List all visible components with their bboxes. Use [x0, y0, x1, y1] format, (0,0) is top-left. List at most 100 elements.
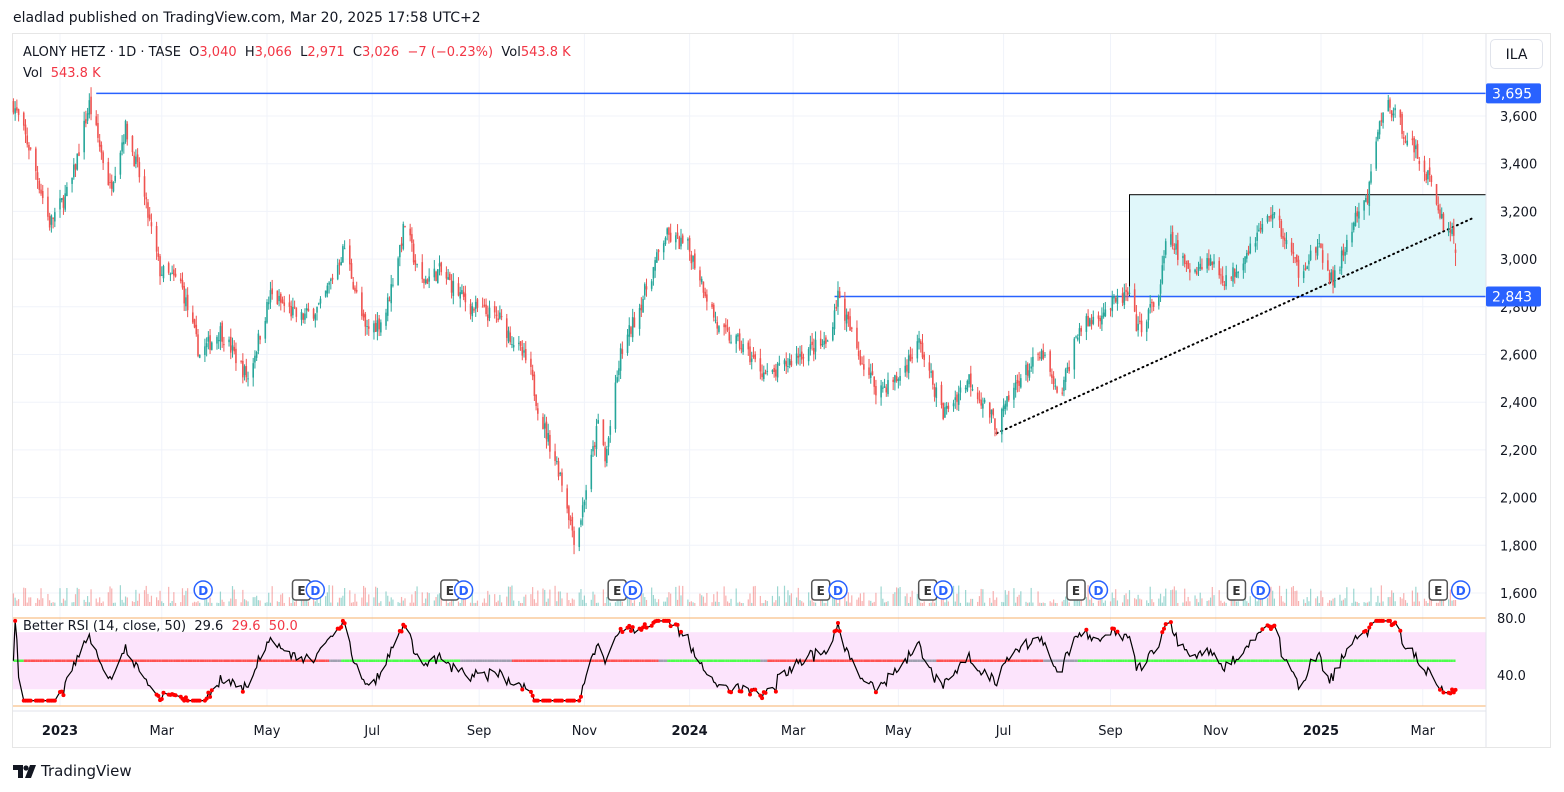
dividend-marker[interactable]: D — [622, 580, 643, 600]
candle — [947, 402, 950, 413]
volume-bar — [1109, 601, 1112, 606]
tradingview-logo-icon — [13, 764, 36, 778]
rsi-extreme-dot — [156, 693, 161, 698]
candle-body — [666, 228, 668, 235]
candle-body — [1194, 269, 1196, 272]
dividend-marker[interactable]: D — [828, 580, 848, 600]
candle — [1378, 120, 1381, 140]
volume-bar — [1284, 602, 1286, 606]
dividend-marker[interactable]: D — [193, 580, 213, 600]
candle — [1049, 349, 1051, 377]
dividend-marker[interactable]: D — [1088, 580, 1109, 600]
candle-body — [849, 316, 851, 331]
candle — [1370, 163, 1372, 185]
candle-body — [38, 180, 41, 190]
volume-bar — [1208, 600, 1210, 606]
candle-body — [342, 246, 344, 263]
dividend-marker[interactable]: D — [305, 580, 326, 600]
candle-body — [193, 319, 196, 328]
volume-bar — [1149, 586, 1151, 606]
candle — [895, 371, 898, 383]
volume-bar — [211, 602, 213, 606]
candle — [386, 293, 389, 322]
symbol-title[interactable]: ALONY HETZ · 1D · TASE — [23, 45, 181, 60]
volume-bar — [680, 595, 682, 606]
candle — [169, 272, 172, 282]
volume-bar — [883, 602, 886, 606]
dividend-marker[interactable]: D — [453, 580, 474, 600]
volume-bar — [726, 601, 729, 606]
candle — [361, 286, 363, 320]
dividend-marker[interactable]: D — [1450, 580, 1471, 600]
volume-bar — [409, 602, 411, 606]
dividend-marker[interactable]: D — [1250, 580, 1271, 600]
volume-bar — [639, 602, 641, 606]
volume-bar — [1090, 597, 1093, 606]
candle — [343, 240, 346, 250]
vol-label: Vol — [501, 45, 521, 60]
volume-bar — [704, 602, 706, 606]
candle — [581, 497, 584, 526]
candle — [585, 484, 587, 510]
rsi-value: 29.6 — [194, 619, 224, 634]
candle-body — [669, 232, 672, 242]
candle-body — [557, 461, 560, 477]
currency-button[interactable]: ILA — [1490, 39, 1543, 69]
volume-bar — [761, 603, 763, 606]
candle — [524, 341, 527, 364]
candle-body — [307, 308, 310, 312]
candle-body — [907, 355, 910, 374]
candle-body — [662, 243, 665, 253]
volume-bar — [1065, 596, 1067, 606]
tradingview-logo[interactable]: TradingView — [13, 762, 132, 780]
candle-body — [1387, 100, 1390, 112]
candle — [892, 377, 894, 391]
volume-bar — [109, 586, 111, 606]
candle — [1126, 287, 1129, 302]
candle — [771, 369, 774, 375]
candle — [74, 163, 77, 177]
candle-body — [895, 375, 898, 382]
candle — [1392, 107, 1395, 122]
candle-body — [597, 420, 599, 424]
candle — [124, 119, 127, 144]
volume-bar — [168, 586, 170, 606]
candle — [1152, 301, 1155, 312]
candle-body — [687, 239, 689, 241]
volume-bar — [1235, 601, 1238, 606]
earnings-marker[interactable]: E — [810, 579, 831, 601]
candle-body — [947, 405, 950, 409]
dividend-marker[interactable]: D — [933, 580, 953, 600]
candle — [825, 335, 827, 349]
volume-bar — [1027, 602, 1029, 606]
candle — [747, 340, 750, 356]
candle — [549, 430, 551, 459]
volume-bar — [1303, 599, 1305, 606]
earnings-marker[interactable]: E — [1428, 579, 1449, 601]
volume-bar — [1225, 602, 1227, 606]
candle — [52, 217, 54, 229]
candle — [1413, 135, 1415, 161]
event-label: E — [446, 584, 454, 598]
rsi-extreme-dot — [1438, 687, 1442, 692]
rsi-name[interactable]: Better RSI (14, close, 50) — [23, 619, 186, 634]
candle — [447, 269, 449, 280]
candle-body — [29, 147, 32, 149]
volume-bar — [326, 592, 328, 606]
candle — [349, 239, 351, 271]
candle-body — [1242, 263, 1245, 271]
candle-body — [725, 324, 727, 328]
candle — [495, 306, 498, 323]
candle-body — [959, 387, 962, 393]
volume-bar — [325, 596, 327, 606]
volume-bar — [1113, 598, 1115, 606]
chart-canvas[interactable]: DEDEDEDEDEDEDEDED 3,6003,4003,2003,0002,… — [0, 0, 1564, 792]
candle — [980, 392, 982, 409]
candle-body — [205, 343, 208, 348]
volume-bar — [61, 602, 63, 606]
earnings-marker[interactable]: E — [1066, 579, 1086, 601]
volume-bar — [644, 597, 646, 606]
candle — [571, 512, 574, 538]
earnings-marker[interactable]: E — [1226, 579, 1247, 601]
candle-body — [126, 123, 129, 140]
